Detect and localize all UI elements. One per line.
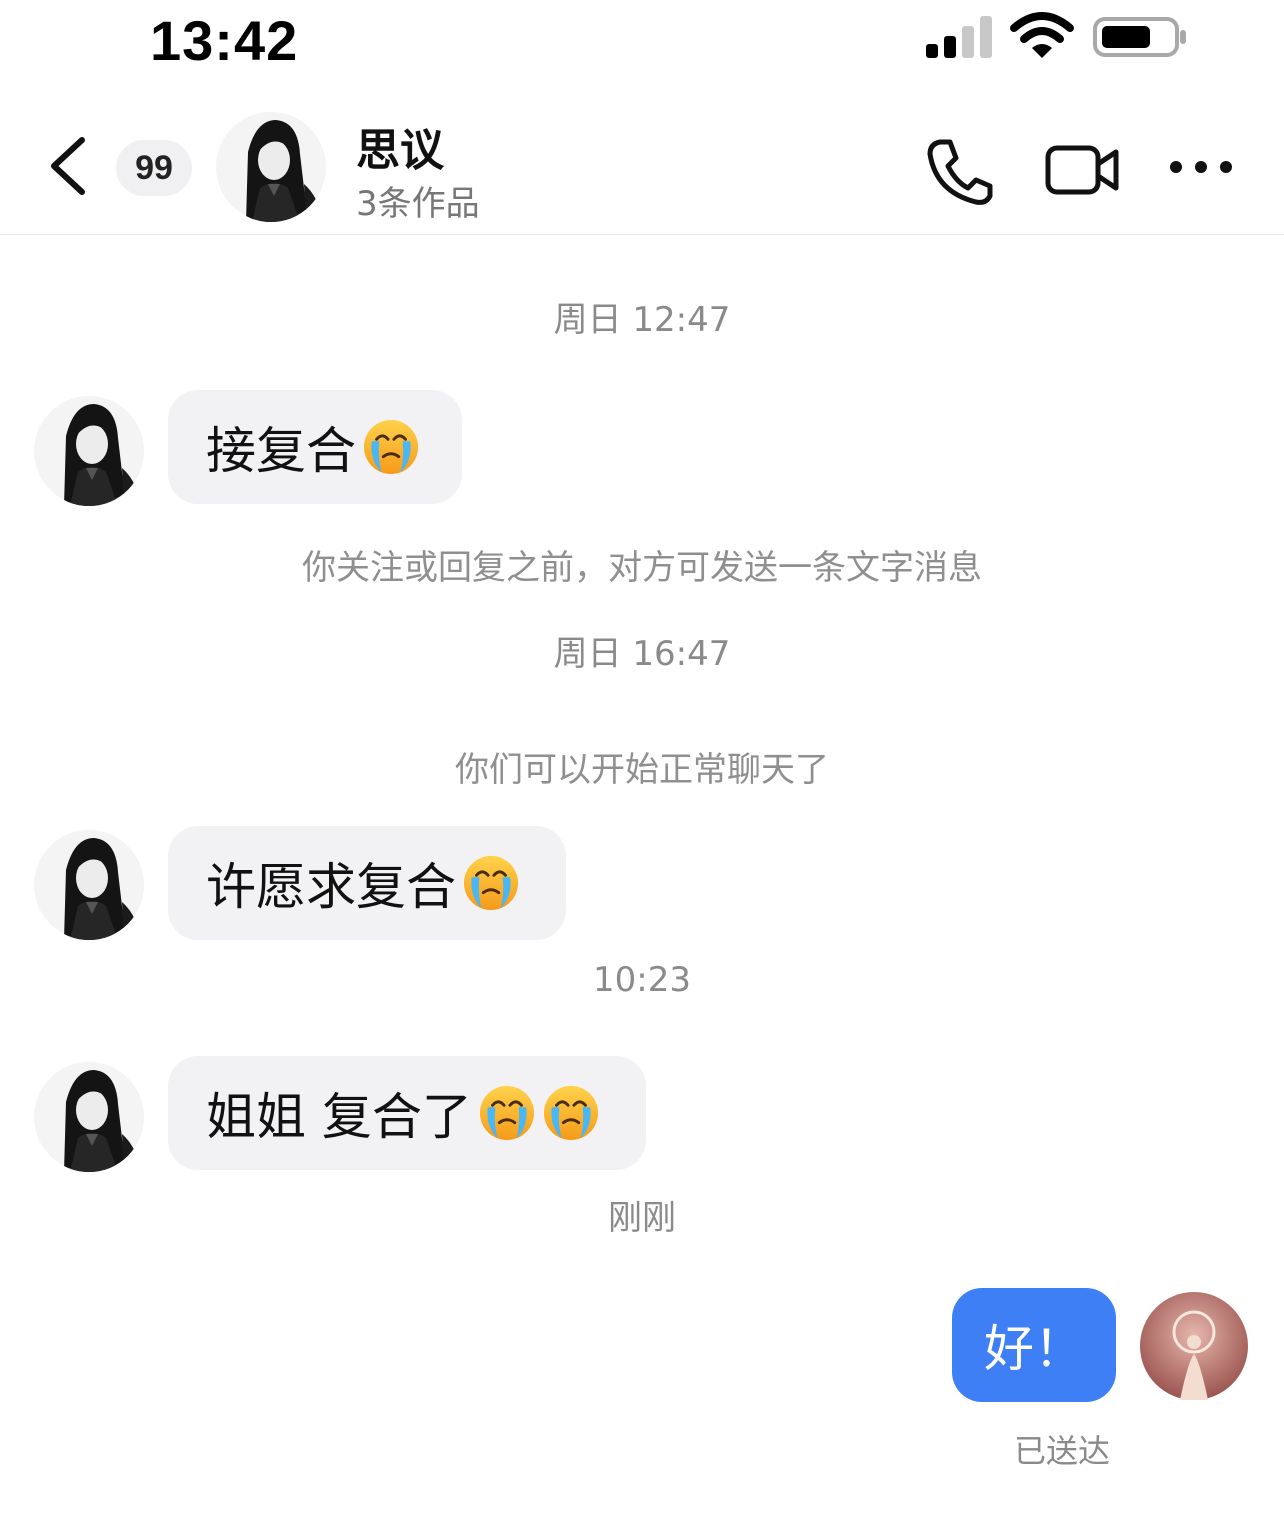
more-dots-icon[interactable] bbox=[1166, 152, 1236, 182]
back-arrow-icon[interactable] bbox=[40, 134, 94, 198]
contact-message-avatar[interactable] bbox=[34, 396, 144, 506]
contact-name[interactable]: 思议 bbox=[356, 114, 444, 178]
incoming-message[interactable]: 姐姐 复合了 bbox=[168, 1056, 646, 1170]
contact-message-avatar[interactable] bbox=[34, 1062, 144, 1172]
battery-icon bbox=[1093, 17, 1186, 57]
message-text: 许愿求复合 bbox=[206, 858, 456, 916]
my-avatar[interactable] bbox=[1140, 1292, 1248, 1400]
system-notice: 你们可以开始正常聊天了 bbox=[455, 750, 829, 790]
timestamp: 周日 12:47 bbox=[553, 300, 731, 340]
delivery-status: 已送达 bbox=[1014, 1432, 1111, 1470]
contact-works-count[interactable]: 3条作品 bbox=[356, 176, 480, 225]
timestamp: 10:23 bbox=[593, 960, 691, 1000]
chat-header: 99 思议 3条作品 bbox=[0, 100, 1284, 235]
unread-count-badge[interactable]: 99 bbox=[116, 140, 192, 196]
crying-emoji-icon bbox=[462, 854, 520, 912]
phone-icon[interactable] bbox=[922, 136, 996, 206]
outgoing-message[interactable]: 好！ bbox=[952, 1288, 1116, 1402]
message-text: 姐姐 复合了 bbox=[206, 1088, 472, 1146]
crying-emoji-icon bbox=[542, 1084, 600, 1142]
system-notice: 你关注或回复之前，对方可发送一条文字消息 bbox=[302, 548, 982, 588]
crying-emoji-icon bbox=[478, 1084, 536, 1142]
message-text: 接复合 bbox=[206, 422, 356, 480]
timestamp: 刚刚 bbox=[608, 1198, 676, 1238]
status-time: 13:42 bbox=[150, 9, 299, 72]
incoming-message[interactable]: 接复合 bbox=[168, 390, 462, 504]
contact-avatar[interactable] bbox=[216, 112, 326, 222]
timestamp: 周日 16:47 bbox=[553, 634, 731, 674]
contact-message-avatar[interactable] bbox=[34, 830, 144, 940]
video-camera-icon[interactable] bbox=[1044, 144, 1120, 196]
cellular-signal-icon bbox=[926, 16, 992, 58]
wifi-icon bbox=[1010, 12, 1074, 58]
crying-emoji-icon bbox=[362, 418, 420, 476]
incoming-message[interactable]: 许愿求复合 bbox=[168, 826, 566, 940]
